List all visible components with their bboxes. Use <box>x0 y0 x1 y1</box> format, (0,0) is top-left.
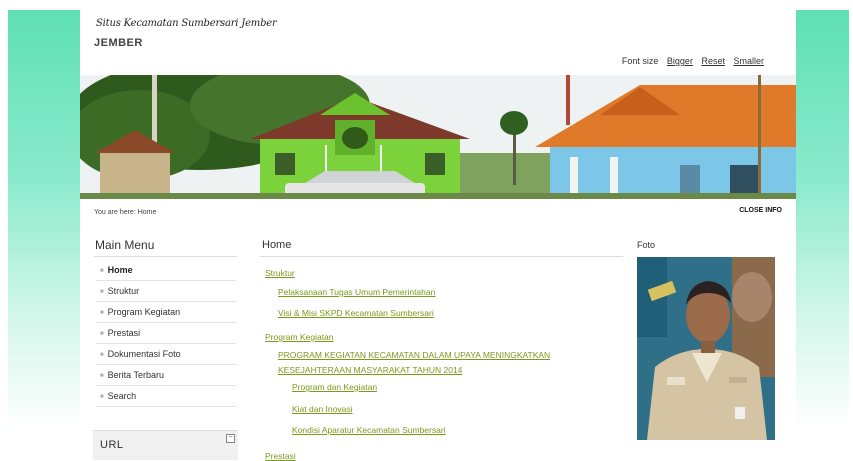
link-program-dan-kegiatan[interactable]: Program dan Kegiatan <box>292 382 377 392</box>
site-subtitle: JEMBER <box>94 37 143 49</box>
banner-illustration <box>80 75 796 199</box>
breadcrumb: You are here: Home <box>94 209 157 216</box>
main-menu: ■ Home ■ Struktur ■ Program Kegiatan ■ Prest… <box>96 260 236 407</box>
bullet-icon: ■ <box>100 373 104 379</box>
bullet-icon: ■ <box>100 268 104 274</box>
link-program-kegiatan-kecamatan[interactable]: PROGRAM KEGIATAN KECAMATAN DALAM UPAYA M… <box>278 350 550 360</box>
url-module: URL − <box>93 430 238 460</box>
menu-item-label: Dokumentasi Foto <box>107 349 181 359</box>
link-program-kegiatan-kecamatan-2[interactable]: KESEJAHTERAAN MASYARAKAT TAHUN 2014 <box>278 365 462 375</box>
font-reset-link[interactable]: Reset <box>701 56 725 66</box>
link-kondisi-aparatur[interactable]: Kondisi Aparatur Kecamatan Sumbersari <box>292 425 446 435</box>
link-kiat-inovasi[interactable]: Kiat dan Inovasi <box>292 404 352 414</box>
link-pelaksanaan-tugas[interactable]: Pelaksanaan Tugas Umum Pemerintahan <box>278 287 435 297</box>
bullet-icon: ■ <box>100 310 104 316</box>
main-menu-title: Main Menu <box>95 238 155 252</box>
font-size-label: Font size <box>621 56 659 66</box>
font-smaller-link[interactable]: Smaller <box>733 56 764 66</box>
close-info-button[interactable]: CLOSE INFO <box>739 207 782 214</box>
link-prestasi[interactable]: Prestasi <box>265 451 296 461</box>
portrait-photo <box>637 257 775 440</box>
site-title: Situs Kecamatan Sumbersari Jember <box>96 18 277 29</box>
left-side-gradient <box>8 10 80 430</box>
menu-item-label: Berita Terbaru <box>107 370 164 380</box>
foto-module-title: Foto <box>637 240 656 250</box>
header-banner-image <box>80 75 796 199</box>
url-module-title: URL <box>100 439 124 451</box>
menu-item-struktur[interactable]: ■ Struktur <box>96 281 236 302</box>
menu-item-search[interactable]: ■ Search <box>96 386 236 407</box>
content-title: Home <box>262 239 292 251</box>
menu-item-berita-terbaru[interactable]: ■ Berita Terbaru <box>96 365 236 386</box>
menu-item-label: Program Kegiatan <box>107 307 181 317</box>
bullet-icon: ■ <box>100 331 104 337</box>
right-side-gradient <box>796 10 849 430</box>
font-size-controls: Font size Bigger Reset Smaller <box>622 56 764 66</box>
page-container: Situs Kecamatan Sumbersari Jember JEMBER… <box>80 10 796 461</box>
main-menu-divider <box>94 256 237 257</box>
menu-item-label: Search <box>107 391 137 401</box>
collapse-icon[interactable]: − <box>226 434 235 443</box>
font-bigger-link[interactable]: Bigger <box>667 56 693 66</box>
bullet-icon: ■ <box>100 352 104 358</box>
link-visi-misi[interactable]: Visi & Misi SKPD Kecamatan Sumbersari <box>278 308 434 318</box>
menu-item-label: Home <box>107 265 133 275</box>
foto-image[interactable] <box>637 257 775 440</box>
menu-item-program-kegiatan[interactable]: ■ Program Kegiatan <box>96 302 236 323</box>
menu-item-label: Struktur <box>107 286 140 296</box>
content-divider <box>260 256 623 257</box>
bullet-icon: ■ <box>100 289 104 295</box>
menu-item-prestasi[interactable]: ■ Prestasi <box>96 323 236 344</box>
link-struktur[interactable]: Struktur <box>265 268 295 278</box>
menu-item-home[interactable]: ■ Home <box>96 260 236 281</box>
menu-item-dokumentasi-foto[interactable]: ■ Dokumentasi Foto <box>96 344 236 365</box>
link-program-kegiatan[interactable]: Program Kegiatan <box>265 332 334 342</box>
bullet-icon: ■ <box>100 394 104 400</box>
menu-item-label: Prestasi <box>107 328 141 338</box>
